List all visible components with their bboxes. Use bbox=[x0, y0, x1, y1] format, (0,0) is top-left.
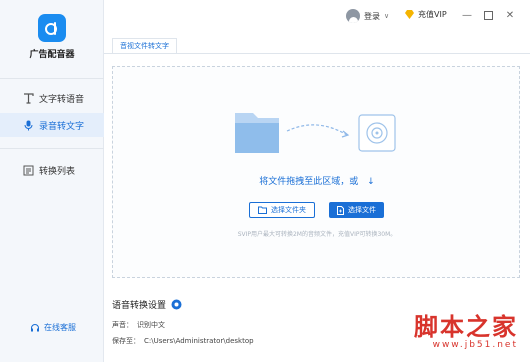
app-window: 广告配音器 文字转语音 录音转文字 转换列表 在线客服 登录 ∨ 充值VIP —… bbox=[0, 0, 530, 362]
sidebar-divider bbox=[0, 148, 104, 149]
audio-file-icon bbox=[358, 114, 396, 152]
save-path-value[interactable]: C:\Users\Administrator\desktop bbox=[144, 337, 254, 345]
microphone-icon bbox=[22, 119, 34, 131]
voice-value[interactable]: 识别中文 bbox=[137, 321, 165, 329]
login-label: 登录 bbox=[364, 11, 380, 21]
folder-icon bbox=[258, 206, 267, 214]
sidebar-item-audio-to-text[interactable]: 录音转文字 bbox=[0, 113, 104, 137]
headset-icon bbox=[30, 323, 40, 333]
sidebar-item-label: 文字转语音 bbox=[39, 94, 85, 105]
settings-title: 语音转换设置 bbox=[112, 298, 182, 311]
drop-illustration bbox=[235, 113, 396, 153]
settings-title-text: 语音转换设置 bbox=[112, 301, 167, 311]
select-file-button[interactable]: 选择文件 bbox=[329, 202, 384, 218]
minimize-button[interactable]: — bbox=[460, 8, 474, 22]
app-logo-icon bbox=[45, 22, 57, 35]
upload-size-hint: SVIP用户最大可转换2M的音频文件，充值VIP可转换30M。 bbox=[237, 231, 397, 238]
text-to-speech-icon bbox=[22, 92, 34, 104]
avatar bbox=[346, 9, 360, 23]
sidebar-item-text-to-speech[interactable]: 文字转语音 bbox=[0, 86, 104, 110]
gear-icon[interactable] bbox=[171, 299, 182, 310]
vip-diamond-icon bbox=[405, 10, 414, 19]
select-folder-button[interactable]: 选择文件夹 bbox=[249, 202, 315, 218]
watermark-url: www.jb51.net bbox=[432, 340, 518, 350]
login-button[interactable]: 登录 ∨ bbox=[346, 9, 389, 23]
folder-icon bbox=[235, 113, 279, 153]
save-path-label: 保存至： bbox=[112, 337, 140, 345]
voice-setting: 声音： 识别中文 bbox=[112, 320, 165, 330]
online-service-label: 在线客服 bbox=[44, 323, 76, 332]
app-logo bbox=[38, 14, 66, 42]
tab-divider bbox=[104, 53, 530, 54]
file-icon bbox=[337, 205, 344, 215]
minimize-icon: — bbox=[462, 9, 472, 21]
watermark: 脚本之家 www.jb51.net bbox=[398, 307, 524, 357]
vip-label: 充值VIP bbox=[418, 10, 447, 19]
online-service-link[interactable]: 在线客服 bbox=[30, 322, 76, 333]
close-button[interactable]: ✕ bbox=[503, 8, 517, 22]
close-icon: ✕ bbox=[505, 9, 515, 21]
file-drop-zone[interactable]: 将文件拖拽至此区域，或 ↓ 选择文件夹 选择文件 SVIP用户最大可转换2M的音… bbox=[112, 66, 520, 278]
maximize-icon bbox=[483, 10, 493, 20]
list-icon bbox=[22, 164, 34, 176]
app-name: 广告配音器 bbox=[29, 50, 75, 60]
save-path-setting: 保存至： C:\Users\Administrator\desktop bbox=[112, 336, 254, 346]
sidebar-divider bbox=[0, 78, 104, 79]
chevron-down-icon: ∨ bbox=[384, 12, 390, 20]
arrow-down-icon: ↓ bbox=[367, 177, 375, 187]
voice-label: 声音： bbox=[112, 321, 133, 329]
sidebar-item-label: 转换列表 bbox=[39, 166, 76, 177]
recharge-vip-button[interactable]: 充值VIP bbox=[404, 9, 447, 20]
sidebar-item-label: 录音转文字 bbox=[39, 121, 85, 132]
drop-prompt-text: 将文件拖拽至此区域，或 bbox=[259, 177, 359, 187]
select-folder-label: 选择文件夹 bbox=[271, 206, 306, 214]
maximize-button[interactable] bbox=[481, 8, 495, 22]
tab-audio-video-to-text[interactable]: 音视文件转文字 bbox=[112, 38, 177, 53]
drop-prompt: 将文件拖拽至此区域，或 ↓ bbox=[113, 174, 521, 187]
sidebar: 广告配音器 文字转语音 录音转文字 转换列表 在线客服 bbox=[0, 0, 104, 362]
watermark-text: 脚本之家 bbox=[414, 312, 518, 341]
select-file-label: 选择文件 bbox=[348, 206, 376, 214]
sidebar-item-conversion-list[interactable]: 转换列表 bbox=[0, 158, 104, 182]
